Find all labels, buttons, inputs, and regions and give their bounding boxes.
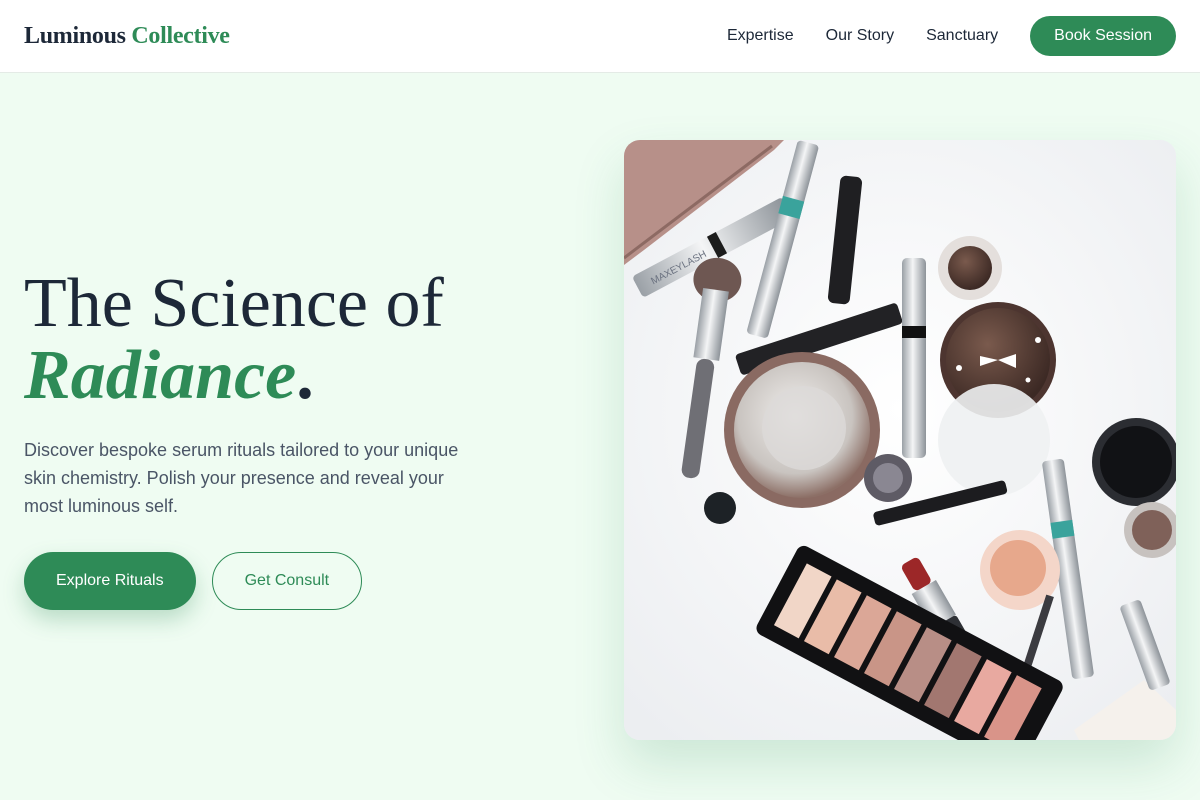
nav-menu: Expertise Our Story Sanctuary Book Sessi… xyxy=(727,16,1176,56)
hero-subtitle: Discover bespoke serum rituals tailored … xyxy=(24,440,459,516)
hero-title-highlight: Radiance xyxy=(24,337,297,414)
hero-cta-row: Explore Rituals Get Consult xyxy=(24,552,494,610)
nav-link-sanctuary[interactable]: Sanctuary xyxy=(926,27,998,45)
get-consult-button[interactable]: Get Consult xyxy=(211,552,363,610)
explore-rituals-button[interactable]: Explore Rituals xyxy=(24,552,196,610)
brand-name-accent: Collective xyxy=(131,22,230,49)
nav-link-expertise[interactable]: Expertise xyxy=(727,27,794,45)
hero-content: The Science of Radiance. Discover bespok… xyxy=(24,266,494,610)
book-session-button[interactable]: Book Session xyxy=(1030,16,1176,56)
hero-title: The Science of Radiance. xyxy=(24,265,494,411)
top-navigation: Luminous Collective Expertise Our Story … xyxy=(0,0,1200,73)
brand-logo[interactable]: Luminous Collective xyxy=(24,23,230,50)
nav-link-our-story[interactable]: Our Story xyxy=(826,27,894,45)
hero-title-line2: Radiance. xyxy=(24,341,494,411)
hero-title-line1: The Science of xyxy=(24,265,444,342)
brand-name-primary: Luminous xyxy=(24,22,126,49)
makeup-flatlay-image: MAXEYLASH xyxy=(624,140,1176,740)
hero-title-period: . xyxy=(296,337,314,414)
